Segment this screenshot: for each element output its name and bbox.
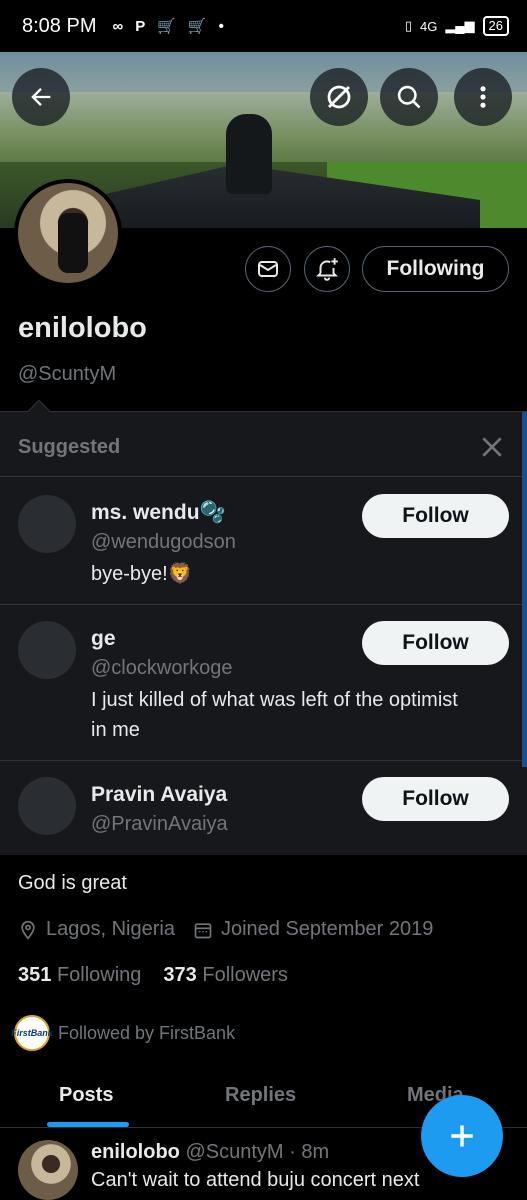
panel-caret bbox=[27, 399, 51, 423]
suggested-user[interactable]: Pravin Avaiya @PravinAvaiya Follow bbox=[0, 761, 522, 856]
user-name[interactable]: ge bbox=[91, 627, 116, 651]
grok-button[interactable] bbox=[310, 68, 368, 126]
search-button[interactable] bbox=[380, 68, 438, 126]
avatar[interactable] bbox=[18, 621, 76, 679]
dot-icon: • bbox=[218, 17, 224, 35]
status-time: 8:08 PM bbox=[22, 14, 97, 37]
tweet-avatar[interactable] bbox=[18, 1140, 78, 1200]
location-pin-icon bbox=[21, 920, 35, 940]
panel-scrollbar[interactable] bbox=[522, 412, 527, 767]
profile-bio: God is great bbox=[18, 872, 127, 894]
avatar[interactable] bbox=[18, 777, 76, 835]
plus-icon bbox=[451, 1125, 473, 1147]
tab-replies[interactable]: Replies bbox=[225, 1084, 296, 1107]
arrow-left-icon bbox=[31, 88, 51, 106]
infinity-icon: ∞ bbox=[112, 17, 124, 35]
profile-avatar[interactable] bbox=[14, 179, 122, 287]
signal-icon: ▂▄▆ bbox=[445, 18, 475, 33]
envelope-icon bbox=[258, 261, 278, 277]
calendar-icon bbox=[194, 922, 212, 938]
avatar[interactable] bbox=[18, 495, 76, 553]
status-right: ▯ 4G ▂▄▆ 26 bbox=[405, 16, 509, 36]
followers-count-link[interactable]: 373 Followers bbox=[163, 964, 288, 987]
slash-circle-icon bbox=[327, 85, 351, 109]
follow-button[interactable]: Follow bbox=[362, 494, 509, 538]
battery-indicator: 26 bbox=[482, 16, 509, 36]
back-button[interactable] bbox=[12, 68, 70, 126]
tweet-header: enilolobo @ScuntyM · 8m bbox=[91, 1141, 329, 1164]
tab-posts[interactable]: Posts bbox=[59, 1084, 113, 1107]
profile-handle: @ScuntyM bbox=[18, 363, 117, 385]
suggested-user[interactable]: ge @clockworkoge I just killed of what w… bbox=[0, 605, 522, 760]
followers-count: 373 bbox=[163, 964, 197, 986]
more-vertical-icon bbox=[480, 86, 486, 108]
following-count-link[interactable]: 351 Following bbox=[18, 964, 141, 987]
search-icon bbox=[397, 85, 421, 109]
user-bio: bye-bye!🦁 bbox=[91, 563, 193, 585]
cart-icon-2: 🛒 bbox=[187, 18, 207, 35]
followed-by[interactable]: FirstBank Followed by FirstBank bbox=[11, 1015, 236, 1051]
suggested-panel: Suggested ms. wendu🫧 @wendugodson bye-by… bbox=[0, 399, 527, 856]
location-text: Lagos, Nigeria bbox=[46, 918, 175, 940]
profile-meta: Lagos, Nigeria Joined September 2019 bbox=[18, 918, 433, 941]
user-name[interactable]: ms. wendu🫧 bbox=[91, 501, 226, 525]
notify-button[interactable] bbox=[304, 246, 350, 292]
close-icon[interactable] bbox=[479, 434, 505, 460]
user-name[interactable]: Pravin Avaiya bbox=[91, 783, 227, 807]
cart-icon: 🛒 bbox=[157, 18, 176, 35]
follow-button[interactable]: Follow bbox=[362, 621, 509, 665]
tweet-author[interactable]: enilolobo bbox=[91, 1141, 180, 1163]
user-bio: I just killed of what was left of the op… bbox=[91, 689, 458, 741]
vibrate-icon: ▯ bbox=[404, 18, 412, 33]
tweet-handle-time: @ScuntyM · 8m bbox=[185, 1141, 330, 1163]
following-button[interactable]: Following bbox=[362, 246, 509, 292]
followers-label: Followers bbox=[202, 964, 288, 986]
display-name: enilolobo bbox=[18, 312, 147, 344]
p-app-icon: P bbox=[135, 17, 146, 35]
tweet-text[interactable]: Can't wait to attend buju concert next bbox=[91, 1169, 419, 1192]
user-handle: @PravinAvaiya bbox=[91, 813, 228, 835]
banner-person bbox=[226, 114, 272, 194]
notification-icons: ∞ P 🛒 🛒 • bbox=[112, 17, 224, 36]
follow-counts: 351 Following 373 Followers bbox=[18, 964, 288, 987]
bell-plus-icon bbox=[315, 258, 339, 281]
joined-text: Joined September 2019 bbox=[220, 918, 434, 940]
suggested-title: Suggested bbox=[18, 436, 121, 458]
compose-button[interactable] bbox=[421, 1095, 503, 1177]
user-handle: @clockworkoge bbox=[91, 657, 233, 679]
following-count: 351 bbox=[18, 964, 52, 986]
network-label: 4G bbox=[419, 18, 438, 34]
message-button[interactable] bbox=[245, 246, 291, 292]
active-tab-indicator bbox=[47, 1122, 129, 1127]
firstbank-logo-text: FirstBank bbox=[11, 1028, 53, 1038]
suggested-user[interactable]: ms. wendu🫧 @wendugodson bye-bye!🦁 Follow bbox=[0, 477, 522, 604]
avatar-figure bbox=[58, 213, 88, 273]
followed-by-text: Followed by FirstBank bbox=[58, 1022, 236, 1043]
following-label: Following bbox=[56, 964, 142, 986]
follow-button[interactable]: Follow bbox=[362, 777, 509, 821]
firstbank-logo: FirstBank bbox=[11, 1015, 53, 1051]
status-bar: 8:08 PM ∞ P 🛒 🛒 • ▯ 4G ▂▄▆ 26 bbox=[0, 0, 527, 52]
user-handle: @wendugodson bbox=[91, 531, 236, 553]
more-button[interactable] bbox=[454, 68, 512, 126]
